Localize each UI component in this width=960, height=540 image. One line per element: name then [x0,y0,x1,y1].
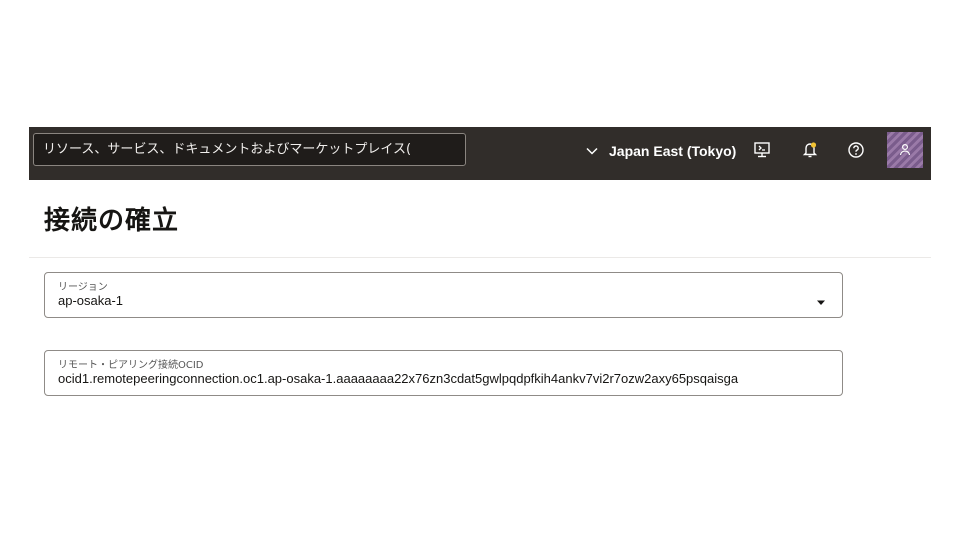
chevron-down-icon [585,144,599,158]
region-selector[interactable]: Japan East (Tokyo) [585,140,736,162]
remote-peering-ocid-field[interactable]: リモート・ピアリング接続OCID ocid1.remotepeeringconn… [44,350,843,396]
page-title: 接続の確立 [44,206,180,236]
region-field-value: ap-osaka-1 [58,293,124,308]
caret-down-icon [816,291,826,310]
region-select[interactable]: リージョン ap-osaka-1 [44,272,843,318]
remote-peering-field-value: ocid1.remotepeeringconnection.oc1.ap-osa… [58,371,739,386]
help-icon[interactable] [845,139,867,161]
region-field-label: リージョン [58,282,108,293]
top-navigation-bar: リソース、サービス、ドキュメントおよびマーケットプレイス( Japan East… [29,127,931,180]
region-label: Japan East (Tokyo) [609,143,737,159]
cloud-shell-icon[interactable] [751,139,773,161]
divider [29,257,931,258]
remote-peering-field-label: リモート・ピアリング接続OCID [58,360,204,371]
search-input[interactable]: リソース、サービス、ドキュメントおよびマーケットプレイス( [33,133,466,166]
profile-icon[interactable] [887,132,923,168]
bell-icon[interactable] [799,139,821,161]
